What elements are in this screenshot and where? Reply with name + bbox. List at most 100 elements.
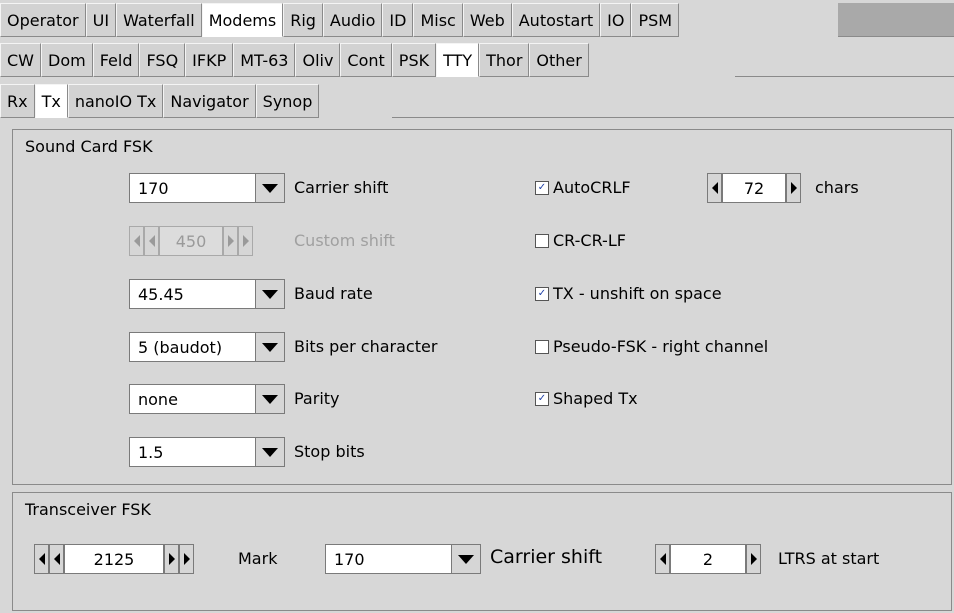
- double-left-arrow-icon: [133, 235, 140, 247]
- checkmark-icon: ✓: [535, 180, 549, 195]
- tab-io[interactable]: IO: [600, 3, 632, 37]
- custom-shift-fast-increment[interactable]: [238, 226, 253, 256]
- custom-shift-decrement[interactable]: [144, 226, 159, 256]
- checkbox-empty-icon: [535, 233, 549, 248]
- custom-shift-increment[interactable]: [223, 226, 238, 256]
- ltrs-value[interactable]: 2: [670, 544, 746, 574]
- tab-modems[interactable]: Modems: [201, 3, 284, 37]
- autocrlf-checkbox[interactable]: ✓ AutoCRLF: [535, 178, 631, 197]
- parity-value[interactable]: none: [129, 384, 255, 414]
- tab-misc[interactable]: Misc: [413, 3, 463, 37]
- tab-mt63[interactable]: MT-63: [233, 43, 296, 77]
- left-arrow-icon: [53, 553, 60, 565]
- modem-tab-row-line: [735, 43, 954, 77]
- ltrs-label: LTRS at start: [778, 549, 880, 568]
- tab-oliv[interactable]: Oliv: [295, 43, 341, 77]
- chevron-down-icon: [262, 289, 278, 299]
- tab-psk[interactable]: PSK: [391, 43, 437, 77]
- mark-value[interactable]: 2125: [64, 544, 164, 574]
- parity-dropdown-button[interactable]: [255, 384, 285, 414]
- pseudo-fsk-checkbox[interactable]: Pseudo-FSK - right channel: [535, 337, 768, 356]
- parity-combo[interactable]: none: [129, 384, 285, 414]
- tab-id[interactable]: ID: [382, 3, 414, 37]
- carrier-shift-combo[interactable]: 170: [129, 173, 285, 203]
- bits-per-character-label: Bits per character: [294, 337, 438, 356]
- bits-per-character-combo[interactable]: 5 (baudot): [129, 332, 285, 362]
- carrier-shift-label: Carrier shift: [294, 178, 389, 197]
- tab-waterfall[interactable]: Waterfall: [116, 3, 202, 37]
- right-arrow-icon: [750, 553, 757, 565]
- stop-bits-value[interactable]: 1.5: [129, 437, 255, 467]
- cr-cr-lf-checkbox[interactable]: CR-CR-LF: [535, 231, 626, 250]
- tab-autostart[interactable]: Autostart: [511, 3, 601, 37]
- custom-shift-value[interactable]: 450: [159, 226, 223, 256]
- transceiver-carrier-shift-value[interactable]: 170: [325, 544, 451, 574]
- chars-counter: 72: [707, 173, 801, 203]
- right-arrow-icon: [790, 182, 797, 194]
- shaped-tx-checkbox[interactable]: ✓ Shaped Tx: [535, 389, 638, 408]
- tab-psm[interactable]: PSM: [631, 3, 680, 37]
- carrier-shift-dropdown-button[interactable]: [255, 173, 285, 203]
- left-arrow-icon: [711, 182, 718, 194]
- tab-navigator[interactable]: Navigator: [163, 84, 256, 118]
- left-arrow-icon: [148, 235, 155, 247]
- mark-fast-increment[interactable]: [179, 544, 194, 574]
- tab-synop[interactable]: Synop: [255, 84, 320, 118]
- mark-increment[interactable]: [164, 544, 179, 574]
- tab-fsq[interactable]: FSQ: [139, 43, 186, 77]
- bits-per-character-value[interactable]: 5 (baudot): [129, 332, 255, 362]
- tab-feld[interactable]: Feld: [92, 43, 140, 77]
- tab-tx[interactable]: Tx: [34, 84, 68, 118]
- ltrs-increment[interactable]: [746, 544, 761, 574]
- stop-bits-dropdown-button[interactable]: [255, 437, 285, 467]
- baud-rate-combo[interactable]: 45.45: [129, 279, 285, 309]
- double-right-arrow-icon: [242, 235, 249, 247]
- tab-web[interactable]: Web: [462, 3, 512, 37]
- tab-dom[interactable]: Dom: [41, 43, 93, 77]
- autocrlf-label: AutoCRLF: [553, 178, 631, 197]
- tab-other[interactable]: Other: [529, 43, 589, 77]
- tab-ui[interactable]: UI: [85, 3, 117, 37]
- transceiver-carrier-shift-label: Carrier shift: [490, 546, 603, 568]
- mark-fast-decrement[interactable]: [34, 544, 49, 574]
- baud-rate-value[interactable]: 45.45: [129, 279, 255, 309]
- tab-ifkp[interactable]: IFKP: [185, 43, 234, 77]
- chevron-down-icon: [262, 342, 278, 352]
- tab-thor[interactable]: Thor: [479, 43, 530, 77]
- tab-cont[interactable]: Cont: [340, 43, 392, 77]
- chevron-down-icon: [262, 183, 278, 193]
- chars-decrement[interactable]: [707, 173, 722, 203]
- tab-operator[interactable]: Operator: [0, 3, 86, 37]
- mark-decrement[interactable]: [49, 544, 64, 574]
- chars-increment[interactable]: [786, 173, 801, 203]
- main-tab-row: Operator UI Waterfall Modems Rig Audio I…: [0, 3, 680, 37]
- transceiver-carrier-shift-combo[interactable]: 170: [325, 544, 481, 574]
- tab-nanoio-tx[interactable]: nanoIO Tx: [67, 84, 164, 118]
- baud-rate-dropdown-button[interactable]: [255, 279, 285, 309]
- chevron-down-icon: [262, 394, 278, 404]
- stop-bits-combo[interactable]: 1.5: [129, 437, 285, 467]
- ltrs-decrement[interactable]: [655, 544, 670, 574]
- left-arrow-icon: [659, 553, 666, 565]
- carrier-shift-value[interactable]: 170: [129, 173, 255, 203]
- custom-shift-label: Custom shift: [294, 231, 395, 250]
- bits-per-character-dropdown-button[interactable]: [255, 332, 285, 362]
- chevron-down-icon: [262, 447, 278, 457]
- tx-unshift-checkbox[interactable]: ✓ TX - unshift on space: [535, 284, 722, 303]
- baud-rate-label: Baud rate: [294, 284, 373, 303]
- cr-cr-lf-label: CR-CR-LF: [553, 231, 626, 250]
- chars-value[interactable]: 72: [722, 173, 786, 203]
- transceiver-carrier-shift-dropdown-button[interactable]: [451, 544, 481, 574]
- checkmark-icon: ✓: [535, 391, 549, 406]
- tab-rx[interactable]: Rx: [0, 84, 35, 118]
- custom-shift-fast-decrement[interactable]: [129, 226, 144, 256]
- tab-rig[interactable]: Rig: [283, 3, 323, 37]
- tab-cw[interactable]: CW: [0, 43, 41, 77]
- parity-label: Parity: [294, 389, 340, 408]
- chars-label: chars: [815, 178, 859, 197]
- shaped-tx-label: Shaped Tx: [553, 389, 638, 408]
- ltrs-counter: 2: [655, 544, 761, 574]
- tab-tty[interactable]: TTY: [436, 43, 480, 77]
- main-tab-row-filler: [838, 3, 954, 37]
- tab-audio[interactable]: Audio: [322, 3, 383, 37]
